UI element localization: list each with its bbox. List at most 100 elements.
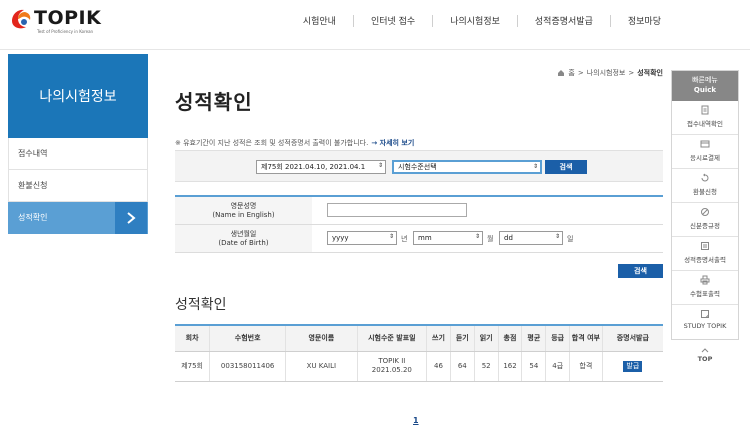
pagination-page[interactable]: 1: [413, 416, 419, 425]
cell-exam-number: 003158011406: [209, 351, 286, 382]
results-title: 성적확인: [175, 297, 227, 313]
cell-level-date: TOPIK II 2021.05.20: [356, 351, 427, 382]
notice-more-link[interactable]: → 자세히 보기: [371, 139, 414, 147]
column-header: 평균: [521, 324, 546, 352]
column-header: 총점: [497, 324, 522, 352]
score-table: 회차 수험번호 영문이름 시험수준 발표일 쓰기 듣기 읽기 총점 평균 등급 …: [175, 324, 663, 382]
column-header: 회차: [175, 324, 210, 352]
exam-round-value: 제75회 2021.04.10, 2021.04.1: [261, 163, 366, 171]
validity-notice: ※ 유효기간이 지난 성적은 조회 및 성적증명서 출력이 불가합니다. → 자세…: [175, 138, 414, 148]
select-arrows-icon: ⇕: [377, 162, 383, 169]
quick-menu: 빠른메뉴 Quick 접수내역확인 응시료결제 환불신청 신분증규정 성적증명서…: [671, 70, 739, 340]
main-nav: 시험안내 인터넷 접수 나의시험정보 성적증명서발급 정보마당: [286, 14, 678, 27]
cell-date: 2021.05.20: [371, 366, 412, 374]
year-unit: 년: [401, 235, 408, 243]
dob-row: 생년월일 (Date of Birth) yyyy ⇕ 년 mm ⇕ 월 dd ⇕ 일: [175, 225, 663, 253]
logo-tagline: Test of Proficiency in Korean: [37, 29, 94, 34]
quick-refund[interactable]: 환불신청: [672, 169, 738, 203]
page-title: 성적확인: [175, 90, 253, 114]
cell-pass: 합격: [569, 351, 603, 382]
quick-admission-ticket[interactable]: 수험표출력: [672, 271, 738, 305]
sidebar: 나의시험정보 접수내역 환불신청 성적확인: [8, 54, 148, 234]
sidebar-title: 나의시험정보: [8, 54, 148, 138]
exam-level-select[interactable]: 시험수준선택 ⇕: [392, 160, 542, 174]
birth-month-select[interactable]: mm ⇕: [413, 231, 483, 245]
chevron-up-icon: [701, 348, 709, 353]
sidebar-item-label: 접수내역: [18, 149, 48, 158]
nav-my-exam-info[interactable]: 나의시험정보: [433, 14, 517, 27]
quick-study-topik[interactable]: STUDY TOPIK: [672, 305, 738, 339]
topik-logo[interactable]: TOPIK Test of Proficiency in Korean: [8, 4, 118, 40]
issue-certificate-button[interactable]: 발급: [623, 360, 643, 372]
exam-search-button[interactable]: 검색: [545, 160, 587, 174]
back-to-top-button[interactable]: TOP: [691, 347, 719, 363]
printer-icon: [700, 275, 710, 285]
cell-issue: 발급: [601, 351, 663, 382]
breadcrumb-home[interactable]: 홈: [568, 68, 574, 78]
breadcrumb-separator: >: [628, 69, 635, 77]
select-arrows-icon: ⇕: [474, 233, 480, 240]
sidebar-item-registration-history[interactable]: 접수내역: [8, 138, 148, 170]
exam-level-value: 시험수준선택: [398, 163, 437, 171]
cell-level: TOPIK II: [378, 357, 406, 365]
breadcrumb: 홈 > 나의시험정보 > 성적확인: [557, 68, 663, 78]
column-header: 쓰기: [426, 324, 451, 352]
nav-online-registration[interactable]: 인터넷 접수: [354, 14, 432, 27]
identity-form: 영문성명 (Name in English) 생년월일 (Date of Bir…: [175, 195, 663, 253]
cell-total: 162: [497, 351, 522, 382]
document-icon: [701, 105, 709, 115]
exam-search-bar: 제75회 2021.04.10, 2021.04.1 ⇕ 시험수준선택 ⇕ 검색: [175, 150, 663, 182]
select-arrows-icon: ⇕: [554, 233, 560, 240]
cell-name: XU KAILI: [285, 351, 358, 382]
sidebar-item-label: 성적확인: [18, 213, 48, 222]
quick-fee-payment[interactable]: 응시료결제: [672, 135, 738, 169]
sidebar-item-refund[interactable]: 환불신청: [8, 170, 148, 202]
column-header: 영문이름: [285, 324, 358, 352]
cell-writing: 46: [426, 351, 451, 382]
sidebar-item-label: 환불신청: [18, 181, 48, 190]
quick-id-rules[interactable]: 신분증규정: [672, 203, 738, 237]
column-header: 수험번호: [209, 324, 286, 352]
nav-certificate[interactable]: 성적증명서발급: [518, 14, 610, 27]
english-name-input[interactable]: [327, 203, 467, 217]
quick-registration-check[interactable]: 접수내역확인: [672, 101, 738, 135]
table-row: 제75회 003158011406 XU KAILI TOPIK II 2021…: [175, 351, 663, 382]
breadcrumb-current: 성적확인: [637, 69, 663, 77]
main-content: 홈 > 나의시험정보 > 성적확인 성적확인 ※ 유효기간이 지난 성적은 조회…: [175, 54, 665, 431]
chevron-right-icon: [115, 202, 147, 234]
select-arrows-icon: ⇕: [532, 163, 538, 170]
card-icon: [700, 140, 710, 148]
identity-search-button[interactable]: 검색: [618, 264, 663, 278]
nav-exam-info[interactable]: 시험안내: [286, 14, 353, 27]
cell-round: 제75회: [175, 351, 210, 382]
sidebar-item-score-check[interactable]: 성적확인: [8, 202, 148, 234]
column-header: 등급: [545, 324, 570, 352]
cell-listening: 64: [449, 351, 475, 382]
name-row: 영문성명 (Name in English): [175, 197, 663, 225]
column-header: 듣기: [449, 324, 475, 352]
birth-year-select[interactable]: yyyy ⇕: [327, 231, 397, 245]
name-label: 영문성명 (Name in English): [175, 197, 312, 224]
birth-day-select[interactable]: dd ⇕: [499, 231, 563, 245]
certificate-icon: [701, 242, 709, 250]
table-header-row: 회차 수험번호 영문이름 시험수준 발표일 쓰기 듣기 읽기 총점 평균 등급 …: [175, 324, 663, 352]
home-icon: [558, 70, 565, 76]
refund-icon: [701, 173, 709, 182]
breadcrumb-parent[interactable]: 나의시험정보: [587, 68, 626, 78]
quick-certificate-print[interactable]: 성적증명서출력: [672, 237, 738, 271]
quick-menu-header: 빠른메뉴 Quick: [672, 71, 738, 101]
exam-round-select[interactable]: 제75회 2021.04.10, 2021.04.1 ⇕: [256, 160, 386, 174]
select-arrows-icon: ⇕: [388, 233, 394, 240]
day-unit: 일: [567, 235, 574, 243]
notice-text: ※ 유효기간이 지난 성적은 조회 및 성적증명서 출력이 불가합니다.: [175, 139, 369, 147]
cell-grade: 4급: [545, 351, 570, 382]
column-header: 합격 여부: [569, 324, 603, 352]
breadcrumb-separator: >: [577, 69, 584, 77]
logo-text: TOPIK: [34, 7, 102, 29]
site-header: TOPIK Test of Proficiency in Korean 시험안내…: [0, 0, 750, 50]
month-unit: 월: [487, 235, 494, 243]
nav-info-board[interactable]: 정보마당: [611, 14, 678, 27]
book-icon: [701, 310, 709, 318]
cell-reading: 52: [473, 351, 499, 382]
cell-average: 54: [521, 351, 546, 382]
